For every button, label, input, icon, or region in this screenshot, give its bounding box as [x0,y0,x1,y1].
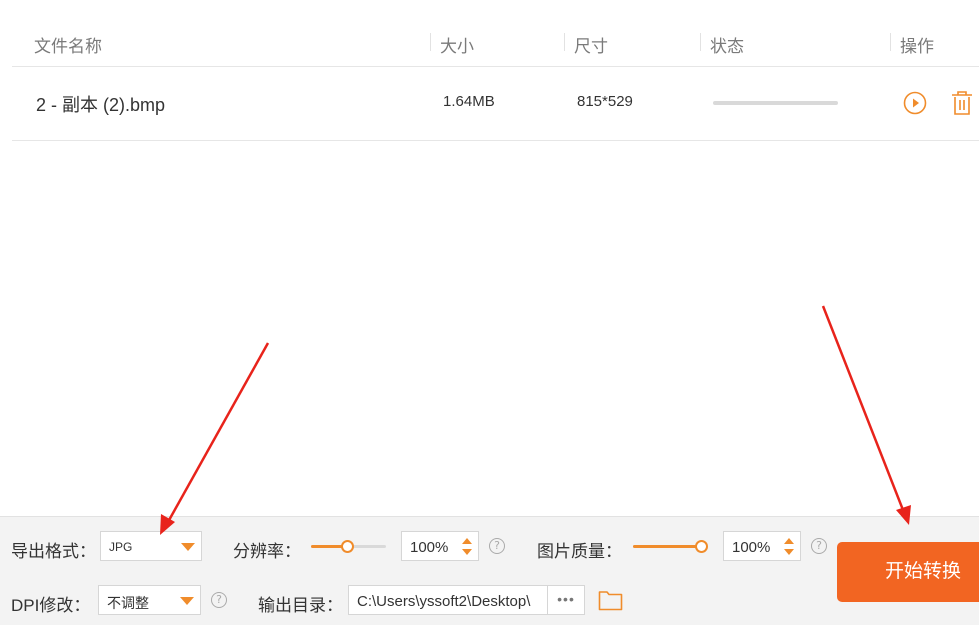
quality-unit: % [757,539,771,556]
folder-icon[interactable] [598,589,623,616]
quality-label: 图片质量： [537,542,622,561]
resolution-input[interactable]: 100% [401,531,479,561]
file-dimensions: 815*529 [577,93,633,110]
output-dir-label: 输出目录： [258,596,343,615]
quality-help-icon[interactable]: ? [811,538,827,554]
quality-slider[interactable] [633,540,708,553]
file-table-header: 文件名称 大小 尺寸 状态 操作 [12,0,979,67]
header-actions: 操作 [900,37,934,56]
start-convert-button[interactable]: 开始转换 [837,542,979,602]
resolution-decrement[interactable] [462,549,472,555]
trash-icon[interactable] [950,90,974,121]
header-file-name: 文件名称 [34,37,102,56]
quality-value: 100 [732,539,758,556]
resolution-label: 分辨率： [233,542,301,561]
play-icon[interactable] [903,91,927,120]
dpi-help-icon[interactable]: ? [211,592,227,608]
resolution-slider[interactable] [311,540,386,553]
export-format-value: JPG [109,540,133,554]
quality-slider-handle[interactable] [695,540,708,553]
chevron-down-icon [181,543,195,551]
export-format-select[interactable]: JPG [100,531,202,561]
table-row[interactable]: 2 - 副本 (2).bmp 1.64MB 815*529 [12,66,979,141]
annotation-arrow-left [166,342,270,523]
export-format-label: 导出格式： [11,542,96,561]
header-separator [890,33,891,51]
quality-input[interactable]: 100% [723,531,801,561]
file-name: 2 - 副本 (2).bmp [36,95,166,115]
header-separator [430,33,431,51]
header-size: 大小 [440,37,474,56]
resolution-help-icon[interactable]: ? [489,538,505,554]
file-size: 1.64MB [443,93,495,110]
chevron-down-icon [180,597,194,605]
header-status: 状态 [710,37,744,56]
output-dir-value: C:\Users\yssoft2\Desktop\ [357,593,531,610]
output-dir-field[interactable]: C:\Users\yssoft2\Desktop\ [348,585,548,615]
resolution-increment[interactable] [462,538,472,544]
header-separator [700,33,701,51]
resolution-slider-handle[interactable] [341,540,354,553]
quality-increment[interactable] [784,538,794,544]
dpi-select[interactable]: 不调整 [98,585,201,615]
header-separator [564,33,565,51]
browse-button[interactable]: ••• [547,585,585,615]
quality-decrement[interactable] [784,549,794,555]
dpi-value: 不调整 [107,595,149,611]
resolution-value: 100 [410,539,436,556]
dpi-label: DPI修改： [11,596,91,615]
resolution-unit: % [435,539,449,556]
header-dimensions: 尺寸 [574,37,608,56]
quality-slider-fill [633,545,701,548]
status-progress-bar [713,101,838,105]
annotation-arrow-right [821,305,905,511]
